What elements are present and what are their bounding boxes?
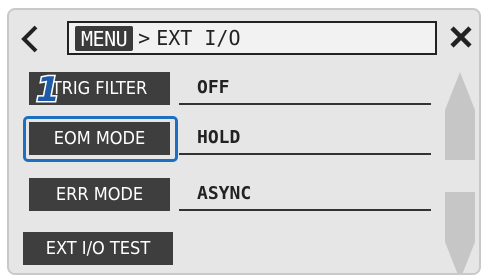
err-mode-button[interactable]: ERR MODE <box>29 178 170 211</box>
eom-mode-button[interactable]: EOM MODE <box>29 122 170 155</box>
eom-mode-value: HOLD <box>179 122 431 155</box>
breadcrumb-separator: > <box>138 26 151 50</box>
trig-filter-label: TRIG FILTER <box>51 78 148 99</box>
step-number-callout: 1 <box>35 70 62 106</box>
svg-text:1: 1 <box>36 70 60 106</box>
eom-mode-label: EOM MODE <box>53 128 146 149</box>
err-mode-label: ERR MODE <box>55 184 144 205</box>
trig-filter-value: OFF <box>179 72 431 105</box>
err-mode-value: ASYNC <box>179 178 431 211</box>
menu-button[interactable]: MENU <box>75 25 134 51</box>
close-icon[interactable] <box>449 25 473 49</box>
breadcrumb-current: EXT I/O <box>156 26 241 50</box>
back-arrow-icon[interactable] <box>19 24 41 54</box>
screen: MENU > EXT I/O TRIG FILTER OFF EOM MODE … <box>7 8 481 275</box>
scroll-down-arrow-icon[interactable] <box>443 190 477 275</box>
scroll-up-arrow-icon[interactable] <box>443 70 477 162</box>
breadcrumb: MENU > EXT I/O <box>67 21 437 55</box>
ext-io-test-label: EXT I/O TEST <box>45 238 151 259</box>
ext-io-test-button[interactable]: EXT I/O TEST <box>23 232 173 265</box>
